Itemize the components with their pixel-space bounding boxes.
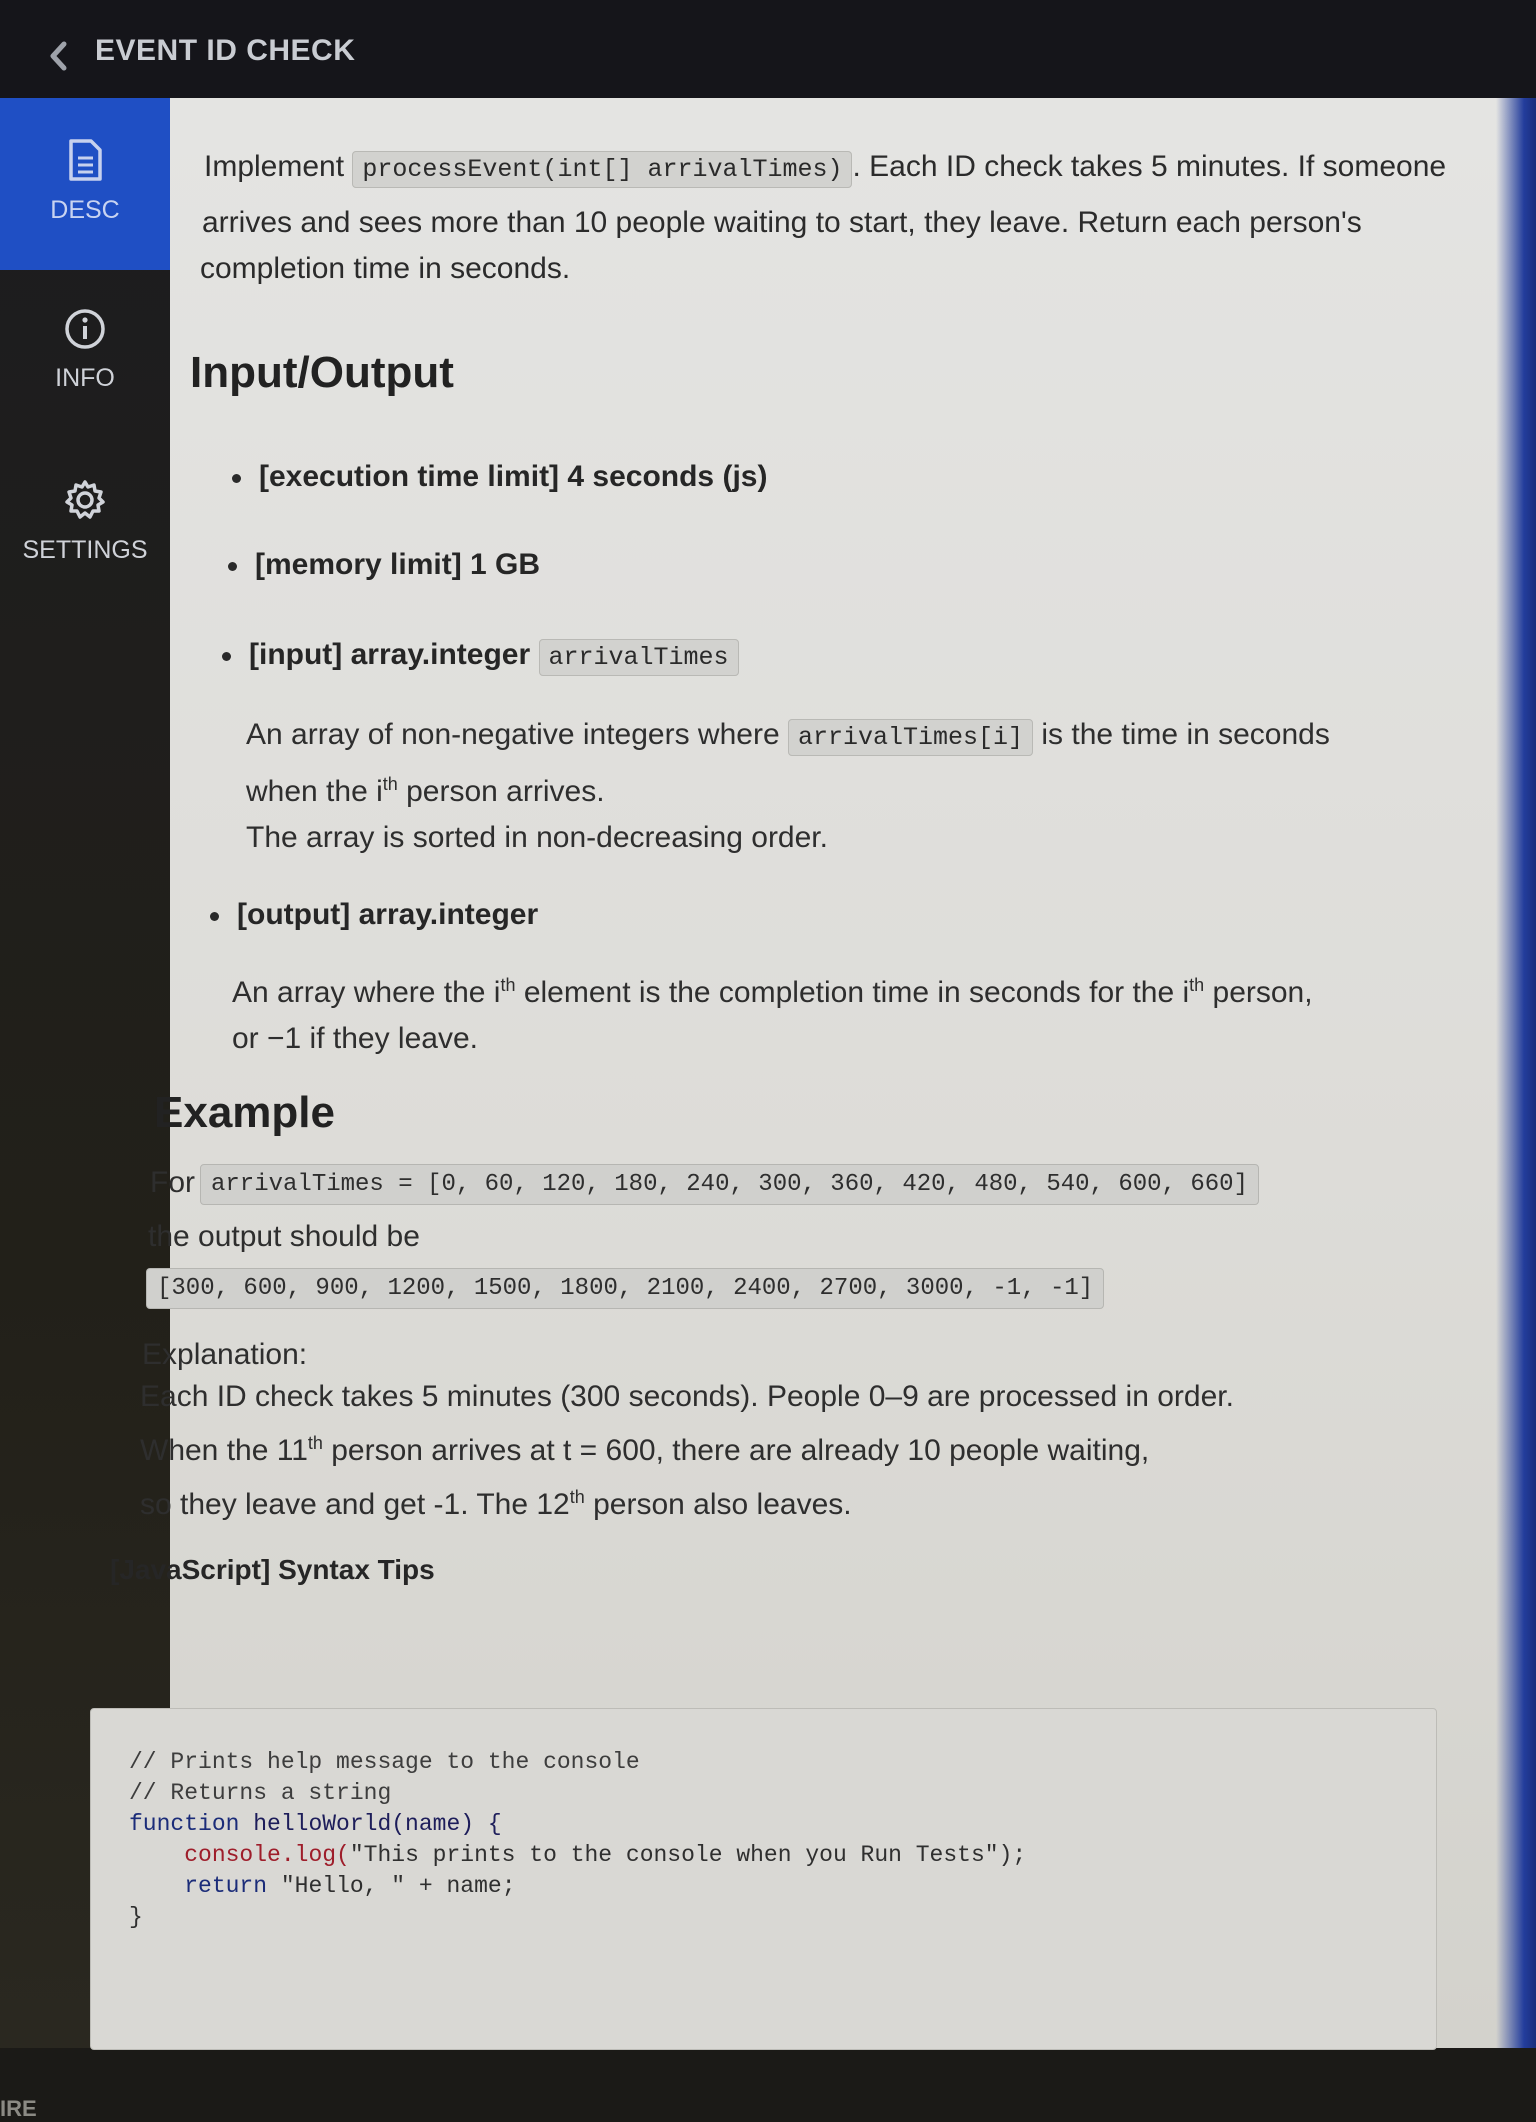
example-for-label: For: [150, 1166, 195, 1199]
description-panel: Implement processEvent(int[] arrivalTime…: [90, 98, 1536, 2050]
sidebar-item-label: SETTINGS: [22, 536, 148, 564]
output-description: An array where the ith element is the co…: [232, 975, 1313, 1055]
io-heading: Input/Output: [190, 348, 454, 397]
output-item: [output] array.integer: [210, 898, 538, 932]
corner-label: IRE: [0, 2096, 37, 2121]
sidebar-item-label: DESC: [50, 196, 120, 224]
input-description: An array of non-negative integers where …: [246, 718, 1330, 854]
example-heading: Example: [154, 1088, 335, 1137]
sidebar-item-label: INFO: [55, 364, 115, 392]
input-code: arrivalTimes: [538, 639, 739, 676]
explanation-text: Each ID check takes 5 minutes (300 secon…: [140, 1380, 1234, 1521]
page-title: EVENT ID CHECK: [95, 34, 356, 67]
example-input-code: arrivalTimes = [0, 60, 120, 180, 240, 30…: [200, 1164, 1259, 1205]
header-bar: EVENT ID CHECK: [0, 0, 1536, 98]
description-line-2: arrives and sees more than 10 people wai…: [202, 206, 1362, 239]
document-icon: [69, 139, 102, 181]
explanation-label: Explanation:: [142, 1338, 308, 1371]
description-line-1: Implement processEvent(int[] arrivalTime…: [204, 142, 1504, 195]
signature-code: processEvent(int[] arrivalTimes): [352, 151, 853, 188]
exec-limit-item: [execution time limit] 4 seconds (js): [232, 460, 767, 494]
screen-edge: [1496, 98, 1536, 2048]
chevron-left-icon[interactable]: [46, 36, 72, 76]
sidebar-item-desc[interactable]: DESC: [0, 98, 170, 270]
example-output-code: [300, 600, 900, 1200, 1500, 1800, 2100, …: [146, 1268, 1105, 1309]
input-item: [input] array.integer arrivalTimes: [222, 638, 739, 676]
info-icon: [65, 309, 105, 349]
memory-limit-item: [memory limit] 1 GB: [228, 548, 540, 582]
description-line-3: completion time in seconds.: [200, 252, 571, 285]
gear-icon: [65, 480, 105, 519]
syntax-tips-heading: [JavaScript] Syntax Tips: [110, 1554, 435, 1585]
sidebar-item-info[interactable]: INFO: [0, 308, 170, 393]
example-output-label: the output should be: [148, 1220, 420, 1253]
syntax-tips-code: // Prints help message to the console //…: [90, 1708, 1437, 2050]
sidebar-item-settings[interactable]: SETTINGS: [0, 478, 170, 565]
arrival-index-code: arrivalTimes[i]: [788, 719, 1034, 756]
